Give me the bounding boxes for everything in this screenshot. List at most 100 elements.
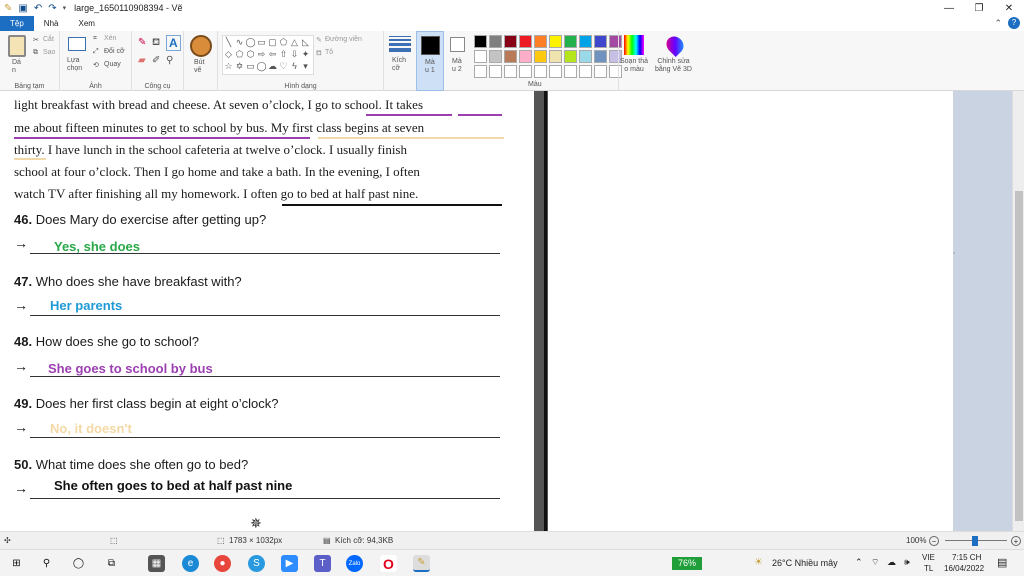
copy-icon[interactable]: ⧉ bbox=[33, 49, 38, 57]
search-icon[interactable]: ⚲ bbox=[38, 555, 55, 572]
collapse-ribbon-icon[interactable]: ⌃ bbox=[994, 18, 1002, 29]
callout-oval-shape-icon[interactable]: ◯ bbox=[256, 60, 267, 72]
palette-swatch[interactable] bbox=[564, 65, 577, 78]
up-arrow-shape-icon[interactable]: ⇧ bbox=[278, 48, 289, 60]
callout-rect-shape-icon[interactable]: ▭ bbox=[245, 60, 256, 72]
fill-button[interactable]: Tô bbox=[325, 49, 333, 56]
zoom-in-button[interactable]: + bbox=[1011, 535, 1021, 546]
crop-button[interactable]: Xén bbox=[104, 35, 116, 42]
tab-file[interactable]: Tệp bbox=[0, 16, 34, 31]
clock-time[interactable]: 7:15 CH bbox=[952, 553, 981, 562]
paint-taskbar-icon[interactable]: ✎ bbox=[413, 555, 430, 572]
show-hidden-icons[interactable]: ⌃ bbox=[855, 557, 863, 568]
select-button[interactable]: Lựa chọn bbox=[67, 57, 82, 73]
paste-button[interactable]: Dá n bbox=[12, 59, 21, 75]
weather-text[interactable]: 26°C Nhiều mây bbox=[772, 558, 838, 568]
palette-swatch[interactable] bbox=[594, 50, 607, 63]
input-language[interactable]: VIE bbox=[922, 553, 935, 562]
color-picker-icon[interactable]: ✐ bbox=[152, 55, 160, 66]
edit-colors-button[interactable]: Soạn thả o màu bbox=[620, 58, 648, 74]
pencil-icon[interactable]: ✎ bbox=[138, 37, 146, 48]
palette-swatch[interactable] bbox=[594, 35, 607, 48]
customize-quick-access-icon[interactable]: ▾ bbox=[63, 4, 67, 12]
hexagon-shape-icon[interactable]: ⬡ bbox=[245, 48, 256, 60]
paint3d-group[interactable]: Chỉnh sửa bằng Vẽ 3D bbox=[652, 31, 698, 91]
rotate-icon[interactable]: ⟲ bbox=[93, 61, 99, 69]
right-triangle-shape-icon[interactable]: ◺ bbox=[300, 36, 311, 48]
redo-icon[interactable]: ↷ bbox=[48, 3, 56, 14]
left-arrow-shape-icon[interactable]: ⇦ bbox=[267, 48, 278, 60]
size-button[interactable]: Kích cỡ bbox=[392, 57, 406, 73]
vertical-scrollbar[interactable] bbox=[1012, 91, 1024, 531]
palette-swatch[interactable] bbox=[534, 50, 547, 63]
palette-swatch[interactable] bbox=[594, 65, 607, 78]
volume-icon[interactable]: 🕪 bbox=[904, 557, 910, 568]
edit-colors-group[interactable]: Soạn thả o màu bbox=[618, 31, 650, 91]
battery-indicator[interactable]: 76% bbox=[672, 557, 702, 570]
size-icon[interactable] bbox=[389, 35, 411, 53]
palette-swatch[interactable] bbox=[534, 35, 547, 48]
calculator-icon[interactable]: ▦ bbox=[148, 555, 165, 572]
palette-swatch[interactable] bbox=[474, 50, 487, 63]
edit-colors-icon[interactable] bbox=[624, 35, 644, 55]
diamond-shape-icon[interactable]: ◇ bbox=[223, 48, 234, 60]
heart-shape-icon[interactable]: ♡ bbox=[278, 60, 289, 72]
palette-swatch[interactable] bbox=[504, 50, 517, 63]
palette-swatch[interactable] bbox=[519, 35, 532, 48]
edge-icon[interactable]: e bbox=[182, 555, 199, 572]
palette-swatch[interactable] bbox=[489, 50, 502, 63]
palette-swatch[interactable] bbox=[549, 35, 562, 48]
crop-icon[interactable]: ⌗ bbox=[93, 35, 97, 43]
eraser-icon[interactable]: ▰ bbox=[138, 55, 146, 66]
maximize-button[interactable]: ❐ bbox=[964, 0, 994, 16]
palette-swatch[interactable] bbox=[504, 35, 517, 48]
save-icon[interactable]: ▣ bbox=[18, 3, 27, 14]
line-shape-icon[interactable]: ╲ bbox=[223, 36, 234, 48]
palette-swatch[interactable] bbox=[504, 65, 517, 78]
palette-swatch[interactable] bbox=[519, 50, 532, 63]
copy-button[interactable]: Sao bbox=[43, 49, 55, 56]
minimize-button[interactable]: — bbox=[934, 0, 964, 16]
shape-gallery[interactable]: ╲ ∿ ◯ ▭ ▢ ⬠ △ ◺ ◇ ⬠ ⬡ ⇨ ⇦ ⇧ ⇩ ✦ ☆ ✡ ▭ ◯ ☁ ♡ ϟ ▾ bbox=[222, 35, 314, 75]
color-palette[interactable] bbox=[474, 35, 624, 80]
star4-shape-icon[interactable]: ✦ bbox=[300, 48, 311, 60]
brushes-button[interactable]: Bút vẽ bbox=[194, 59, 205, 75]
palette-swatch[interactable] bbox=[579, 35, 592, 48]
palette-swatch[interactable] bbox=[564, 35, 577, 48]
scrollbar-thumb[interactable] bbox=[1015, 191, 1023, 521]
palette-swatch[interactable] bbox=[474, 65, 487, 78]
zoom-slider-thumb[interactable] bbox=[972, 536, 978, 546]
palette-swatch[interactable] bbox=[579, 50, 592, 63]
pentagon-shape-icon[interactable]: ⬠ bbox=[234, 48, 245, 60]
undo-icon[interactable]: ↶ bbox=[34, 3, 42, 14]
magnifier-icon[interactable]: ⚲ bbox=[166, 55, 173, 66]
clock-date[interactable]: 16/04/2022 bbox=[944, 564, 984, 573]
star5-shape-icon[interactable]: ☆ bbox=[223, 60, 234, 72]
select-icon[interactable] bbox=[68, 37, 86, 51]
rectangle-shape-icon[interactable]: ▭ bbox=[256, 36, 267, 48]
chrome-icon[interactable]: ● bbox=[214, 555, 231, 572]
tab-home[interactable]: Nhà bbox=[34, 16, 69, 31]
palette-swatch[interactable] bbox=[549, 65, 562, 78]
scissors-icon[interactable]: ✂ bbox=[33, 36, 39, 44]
weather-icon[interactable]: ☀ bbox=[754, 557, 763, 568]
triangle-shape-icon[interactable]: △ bbox=[289, 36, 300, 48]
task-view-icon[interactable]: ⧉ bbox=[103, 555, 120, 572]
callout-cloud-shape-icon[interactable]: ☁ bbox=[267, 60, 278, 72]
palette-swatch[interactable] bbox=[474, 35, 487, 48]
right-arrow-shape-icon[interactable]: ⇨ bbox=[256, 48, 267, 60]
more-shapes-icon[interactable]: ▾ bbox=[300, 60, 311, 72]
polygon-shape-icon[interactable]: ⬠ bbox=[278, 36, 289, 48]
tab-view[interactable]: Xem bbox=[68, 16, 104, 31]
onedrive-icon[interactable]: ☁ bbox=[887, 557, 896, 568]
color1-swatch[interactable] bbox=[421, 36, 440, 55]
help-icon[interactable]: ? bbox=[1008, 17, 1020, 29]
paste-icon[interactable] bbox=[8, 35, 26, 57]
zoom-app-icon[interactable]: ▶ bbox=[281, 555, 298, 572]
windows-start-icon[interactable]: ⊞ bbox=[8, 555, 25, 572]
palette-swatch[interactable] bbox=[549, 50, 562, 63]
lightning-shape-icon[interactable]: ϟ bbox=[289, 60, 300, 72]
zoom-out-button[interactable]: − bbox=[929, 535, 939, 546]
cut-button[interactable]: Cắt bbox=[43, 36, 54, 43]
resize-icon[interactable]: ⤢ bbox=[93, 48, 99, 56]
